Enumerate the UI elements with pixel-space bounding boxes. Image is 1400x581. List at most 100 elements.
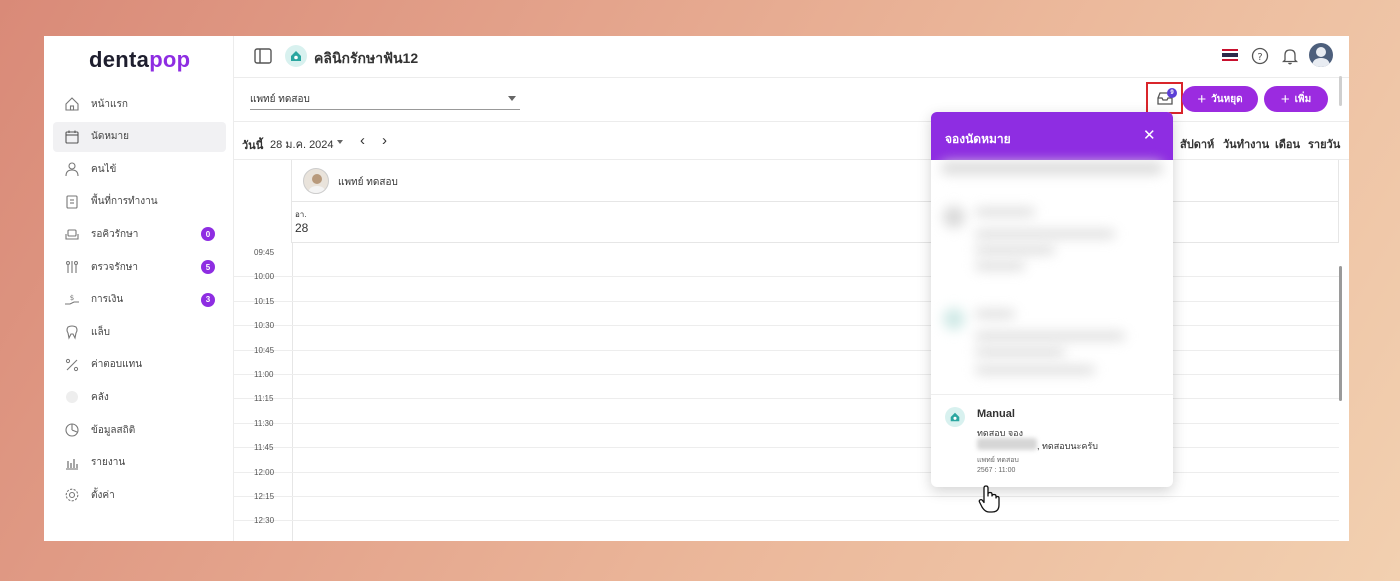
calendar-header: แพทย์ ทดสอบ อา. 28 xyxy=(234,160,1349,243)
close-icon[interactable]: ✕ xyxy=(1143,126,1156,144)
svg-text:?: ? xyxy=(1257,52,1262,63)
scrollbar-thumb[interactable] xyxy=(1339,266,1342,401)
sidebar-item-4[interactable]: รอคิวรักษา 0 xyxy=(53,219,226,249)
notification-bell-icon[interactable] xyxy=(1282,47,1298,65)
time-slot-row[interactable]: 12:00 xyxy=(234,468,1339,497)
time-gutter xyxy=(234,160,292,243)
chevron-down-icon[interactable] xyxy=(337,140,343,144)
doctor-column-header: แพทย์ ทดสอบ xyxy=(292,160,1339,202)
time-label: 12:00 xyxy=(254,467,275,477)
user-icon xyxy=(62,160,82,178)
home-icon xyxy=(62,95,82,113)
time-slot-row[interactable]: 12:30 xyxy=(234,516,1339,541)
blurred-row xyxy=(975,366,1095,374)
sidebar-item-2[interactable]: คนไข้ xyxy=(53,154,226,184)
stats-icon xyxy=(62,421,82,439)
sidebar-item-label: พื้นที่การทำงาน xyxy=(91,196,158,208)
day-header-cell[interactable]: อา. 28 xyxy=(292,202,1339,243)
thai-flag-icon[interactable] xyxy=(1222,49,1238,61)
sidebar-item-11[interactable]: รายงาน xyxy=(53,448,226,478)
booking-popup: จองนัดหมาย ✕ Manual ทดสอบ จอง , ทดสอบนะค… xyxy=(931,112,1173,487)
clinic-name[interactable]: คลินิกรักษาฟัน12 xyxy=(314,48,418,70)
blurred-avatar xyxy=(943,308,965,330)
sidebar-item-5[interactable]: ตรวจรักษา 5 xyxy=(53,252,226,282)
sidebar-item-label: ตรวจรักษา xyxy=(91,261,138,273)
doctor-select[interactable]: แพทย์ ทดสอบ xyxy=(250,88,520,110)
time-label: 11:15 xyxy=(254,394,274,404)
booking-time: 2567 : 11:00 xyxy=(977,467,1016,474)
clinic-logo-icon xyxy=(285,45,307,67)
sidebar-item-3[interactable]: พื้นที่การทำงาน xyxy=(53,187,226,217)
sidebar-item-1[interactable]: นัดหมาย xyxy=(53,121,226,152)
sidebar-item-label: คนไข้ xyxy=(91,163,117,175)
holiday-button[interactable]: + วันหยุด xyxy=(1182,86,1258,112)
next-arrow-icon[interactable]: › xyxy=(382,132,387,149)
time-label: 12:15 xyxy=(254,492,275,501)
time-slot-row[interactable]: 11:15 xyxy=(234,394,1339,424)
sidebar-item-label: การเงิน xyxy=(91,294,124,306)
report-icon xyxy=(62,454,82,472)
sidebar-item-12[interactable]: ตั้งค่า xyxy=(53,480,226,510)
help-icon[interactable]: ? xyxy=(1251,47,1269,65)
time-slot-row[interactable]: 11:00 xyxy=(234,370,1339,400)
sidebar-item-label: รอคิวรักษา xyxy=(91,228,139,240)
time-slot-row[interactable]: 09:45 xyxy=(234,248,1339,278)
sidebar-item-label: ตั้งค่า xyxy=(91,489,115,501)
view-tab-workweek[interactable]: วันทำงาน xyxy=(1223,135,1269,153)
view-tab-day[interactable]: รายวัน xyxy=(1308,135,1340,153)
time-slot-row[interactable]: 10:15 xyxy=(234,297,1339,327)
time-slot-row[interactable]: 11:30 xyxy=(234,419,1339,449)
prev-arrow-icon[interactable]: ‹ xyxy=(360,132,365,149)
time-label: 11:00 xyxy=(254,370,274,379)
tooth-icon xyxy=(62,323,82,341)
popup-header: จองนัดหมาย ✕ xyxy=(931,112,1173,160)
sidebar-item-label: ข้อมูลสถิติ xyxy=(91,424,136,436)
booking-item[interactable]: Manual ทดสอบ จอง , ทดสอบนะครับ แพทย์ ทดส… xyxy=(931,394,1173,487)
time-slot-row[interactable]: 11:45 xyxy=(234,443,1339,473)
time-slot-row[interactable]: 10:30 xyxy=(234,321,1339,351)
sidebar-item-label: ค่าตอบแทน xyxy=(91,359,143,371)
sidebar-item-label: แล็บ xyxy=(91,326,110,338)
sidebar-toggle-icon[interactable] xyxy=(254,48,272,64)
time-label: 10:45 xyxy=(254,345,275,355)
time-slot-row[interactable]: 10:45 xyxy=(234,346,1339,375)
scrollbar-top[interactable] xyxy=(1339,76,1342,106)
blurred-row xyxy=(975,208,1035,216)
chevron-down-icon xyxy=(508,96,516,101)
sidebar-item-badge: 0 xyxy=(201,227,215,242)
gear-icon xyxy=(62,486,82,504)
time-slot-row[interactable]: 12:15 xyxy=(234,492,1339,522)
time-slot-grid: 09:45 10:00 10:15 10:30 10:45 11:00 11:15 11:30… xyxy=(234,243,1349,541)
sidebar-item-badge: 3 xyxy=(201,292,215,307)
sidebar-item-8[interactable]: ค่าตอบแทน xyxy=(53,350,226,380)
sidebar-item-0[interactable]: หน้าแรก xyxy=(53,89,226,119)
calendar-icon xyxy=(62,128,82,146)
add-button-label: เพิ่ม xyxy=(1294,93,1312,105)
view-tab-week[interactable]: สัปดาห์ xyxy=(1180,135,1214,153)
app-logo[interactable]: dentapop xyxy=(89,47,190,73)
blurred-booking-list xyxy=(931,160,1173,392)
booking-source: Manual xyxy=(977,408,1015,420)
today-button[interactable]: วันนี้ xyxy=(242,136,263,154)
sidebar-item-label: รายงาน xyxy=(91,457,126,469)
add-button[interactable]: + เพิ่ม xyxy=(1264,86,1328,112)
blurred-row xyxy=(975,246,1055,254)
sidebar-item-10[interactable]: ข้อมูลสถิติ xyxy=(53,415,226,445)
date-picker[interactable]: 28 ม.ค. 2024 xyxy=(270,135,334,153)
sidebar-item-label: หน้าแรก xyxy=(91,98,128,110)
sidebar-item-7[interactable]: แล็บ xyxy=(53,317,226,347)
booking-doctor: แพทย์ ทดสอบ xyxy=(977,457,1019,464)
view-tab-month[interactable]: เดือน xyxy=(1275,135,1300,153)
user-avatar[interactable] xyxy=(1309,43,1333,67)
time-slot-row[interactable]: 10:00 xyxy=(234,272,1339,302)
blurred-row xyxy=(975,262,1025,270)
sidebar-item-6[interactable]: $ การเงิน 3 xyxy=(53,285,226,315)
blurred-row xyxy=(975,332,1125,340)
top-bar: คลินิกรักษาฟัน12 ? xyxy=(234,36,1349,78)
hand-cursor-icon xyxy=(978,485,1000,513)
booking-inbox-button[interactable]: 9 xyxy=(1146,82,1183,114)
sidebar-item-label: นัดหมาย xyxy=(91,131,129,143)
sidebar-item-badge: 5 xyxy=(201,260,215,274)
sidebar-item-9[interactable]: คลัง xyxy=(53,382,226,412)
plus-icon: + xyxy=(1197,90,1207,108)
